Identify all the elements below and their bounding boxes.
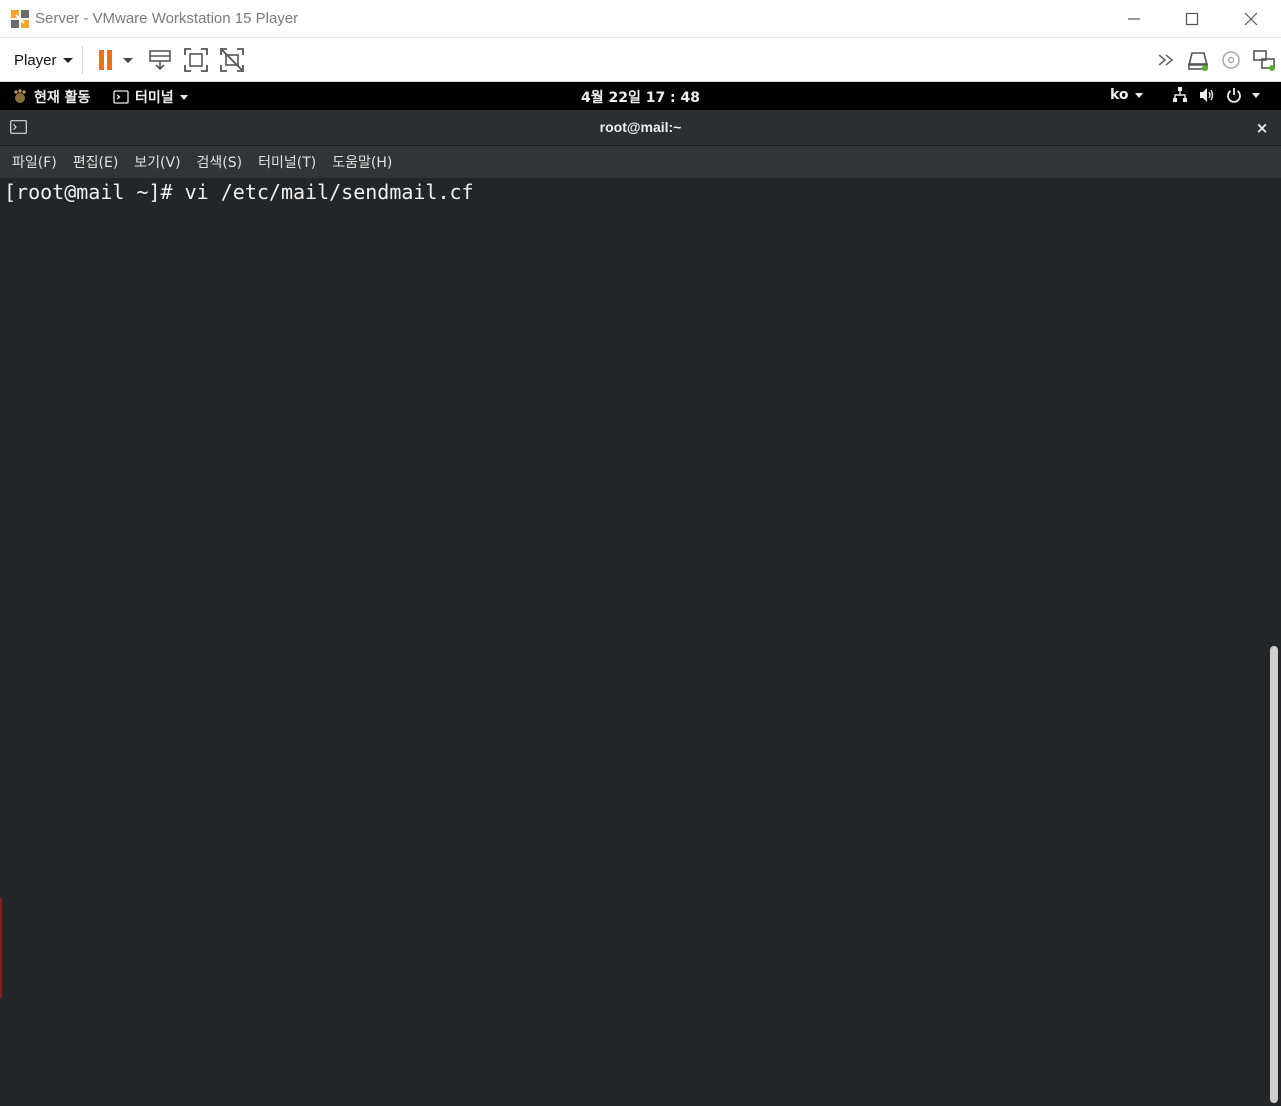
cd-dvd-device-button[interactable] <box>1217 46 1245 74</box>
network-wired-icon <box>1173 87 1187 102</box>
send-keys-icon <box>149 50 171 71</box>
close-window-button[interactable] <box>1228 0 1274 38</box>
minimize-button[interactable] <box>1111 0 1157 38</box>
menu-search[interactable]: 검색(S) <box>189 152 251 172</box>
vmware-toolbar: Player <box>0 38 1281 82</box>
send-ctrl-alt-del-button[interactable] <box>146 46 174 74</box>
edge-decoration <box>0 898 2 998</box>
input-language-indicator[interactable]: ko <box>1110 87 1143 103</box>
pause-button[interactable] <box>92 46 120 74</box>
scrollbar-thumb[interactable] <box>1270 646 1278 1103</box>
window-titlebar: Server - VMware Workstation 15 Player <box>0 0 1281 38</box>
vmware-player-logo-icon <box>11 10 29 28</box>
close-icon <box>1244 12 1258 26</box>
network-device-button[interactable] <box>1250 46 1278 74</box>
chevron-down-icon <box>62 57 73 63</box>
power-icon <box>1227 88 1241 103</box>
maximize-icon <box>1185 12 1199 26</box>
pause-options-dropdown[interactable] <box>118 46 138 74</box>
player-menu-label: Player <box>14 51 57 69</box>
chevron-down-icon <box>1134 92 1143 98</box>
chevron-down-icon <box>1252 92 1260 98</box>
terminal-command-line: [root@mail ~]# vi /etc/mail/sendmail.cf <box>4 180 474 204</box>
pause-icon <box>99 50 112 70</box>
system-menu[interactable] <box>1172 86 1260 104</box>
volume-icon <box>1200 88 1214 102</box>
player-menu-button[interactable]: Player <box>8 47 79 73</box>
terminal-menubar: 파일(F) 편집(E) 보기(V) 검색(S) 터미널(T) 도움말(H) <box>0 146 1281 178</box>
maximize-button[interactable] <box>1169 0 1215 38</box>
minimize-icon <box>1128 18 1140 20</box>
clock[interactable]: 4월 22일 17 : 48 <box>0 87 1281 107</box>
menu-view[interactable]: 보기(V) <box>126 152 188 172</box>
menu-help[interactable]: 도움말(H) <box>324 152 400 172</box>
language-label: ko <box>1110 87 1129 103</box>
menu-file[interactable]: 파일(F) <box>4 152 65 172</box>
terminal-headerbar: root@mail:~ × <box>0 110 1281 146</box>
terminal-output-area[interactable]: [root@mail ~]# vi /etc/mail/sendmail.cf <box>0 178 1281 1106</box>
terminal-title: root@mail:~ <box>599 119 682 135</box>
double-chevron-right-icon <box>1158 54 1174 66</box>
terminal-close-button[interactable]: × <box>1252 118 1272 138</box>
cd-icon <box>1222 51 1240 69</box>
toolbar-divider <box>82 46 83 74</box>
unity-button[interactable] <box>218 46 246 74</box>
more-devices-button[interactable] <box>1154 46 1182 74</box>
chevron-down-icon <box>123 57 133 63</box>
fullscreen-icon <box>184 48 208 72</box>
network-adapter-icon <box>1253 50 1275 71</box>
window-title: Server - VMware Workstation 15 Player <box>35 10 299 27</box>
hard-disk-device-button[interactable] <box>1184 46 1212 74</box>
menu-edit[interactable]: 편집(E) <box>65 152 127 172</box>
menu-terminal[interactable]: 터미널(T) <box>250 152 324 172</box>
fullscreen-button[interactable] <box>182 46 210 74</box>
hard-disk-icon <box>1187 52 1209 71</box>
unity-mode-icon <box>220 48 244 72</box>
gnome-top-bar: 현재 활동 터미널 4월 22일 17 : 48 ko <box>0 82 1281 110</box>
